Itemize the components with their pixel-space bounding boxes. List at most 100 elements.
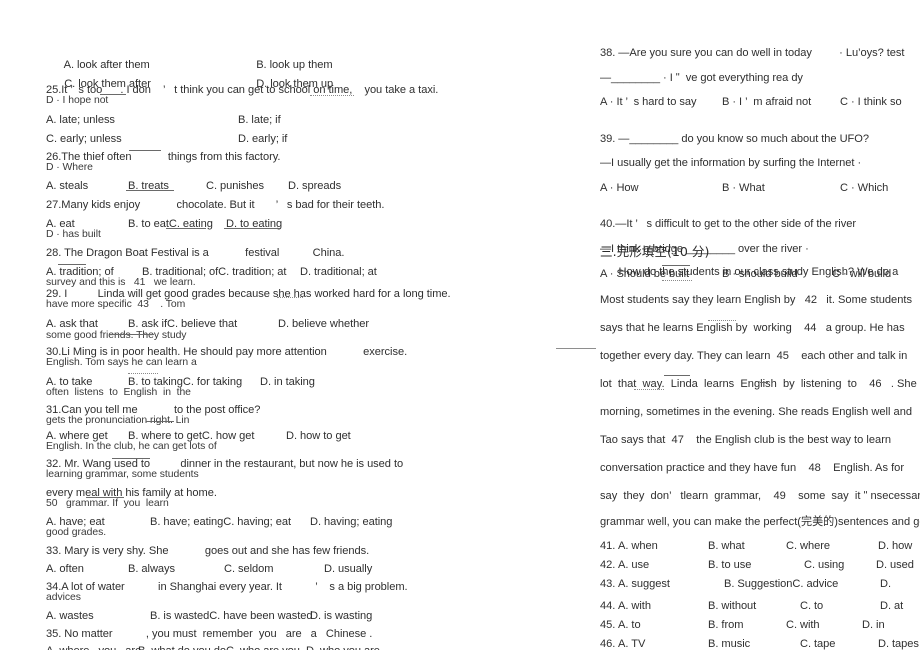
option-label: C. punishes xyxy=(206,180,265,192)
option-label: D. believe whether xyxy=(278,318,369,330)
cloze-option-42-d: D. used xyxy=(876,559,914,571)
cloze-line: Most students say they learn English by … xyxy=(600,294,913,306)
option-39-a: A · How xyxy=(600,182,639,194)
scan-artifact-line xyxy=(556,348,596,349)
strike-line xyxy=(110,334,154,335)
option-label: B. ask ifC. believe that xyxy=(128,318,238,330)
question-reply-38: —________ · I ʺ ve got everything rea dy xyxy=(600,72,803,84)
cloze-option-44-c: C. to xyxy=(800,600,824,612)
option-label: B. late; if xyxy=(238,114,281,126)
cloze-option-num-44: 44. xyxy=(600,600,616,612)
ghost-line: 50 grammar. If you learn xyxy=(46,498,169,509)
cloze-option-42-c: C. using xyxy=(804,559,845,571)
strike-line xyxy=(112,458,150,459)
strike-line xyxy=(86,497,124,498)
cloze-option-41-c: C. where xyxy=(786,540,830,552)
answer-blank xyxy=(310,95,354,96)
question-stem-39: 39. —________ do you know so much about … xyxy=(600,133,869,145)
question-stem-33: 33. Mary is very shy. She goes out and s… xyxy=(46,545,370,557)
marked-underline xyxy=(760,382,768,383)
marked-underline xyxy=(126,190,174,191)
marked-underline xyxy=(662,265,690,266)
option-label: D. having; eating xyxy=(310,516,393,528)
marked-underline xyxy=(662,280,692,281)
cloze-option-46-a: A. TV xyxy=(618,638,646,650)
ghost-line: advices xyxy=(46,592,81,603)
cloze-line: morning, sometimes in the evening. She r… xyxy=(600,406,913,418)
marked-underline xyxy=(277,297,303,298)
marked-underline xyxy=(128,373,158,374)
cloze-option-num-42: 42. xyxy=(600,559,616,571)
option-label: A. late; unless xyxy=(46,114,115,126)
marked-underline xyxy=(58,264,86,265)
ghost-line: have more specific 43 . Tom xyxy=(46,299,186,310)
option-label: A. wastes xyxy=(46,610,94,622)
question-stem-35: 35. No matter , you must remember you ar… xyxy=(46,628,373,640)
option-label: D. traditional; at xyxy=(300,266,377,278)
question-stem-40: 40.—It ’ s difficult to get to the other… xyxy=(600,218,856,230)
cloze-option-44-d: D. at xyxy=(880,600,904,612)
option-38-c: C · I think so xyxy=(840,96,902,108)
cloze-option-num-45: 45. xyxy=(600,619,616,631)
answer-blank xyxy=(129,150,161,151)
ghost-line: D · Where xyxy=(46,162,93,173)
cloze-line: Tao says that 47 the English club is the… xyxy=(600,434,892,446)
cloze-option-41-a: A. when xyxy=(618,540,658,552)
section-heading-cloze: 三.完形填空(10 分) xyxy=(600,244,710,259)
cloze-line: How do the students in our class study E… xyxy=(600,266,899,278)
ghost-line: good grades. xyxy=(46,527,107,538)
document-page: A. look after them B. look up them C. lo… xyxy=(0,0,920,650)
marked-underline xyxy=(166,228,206,229)
option-label: C. early; unless xyxy=(46,133,122,145)
option-label: A. ask that xyxy=(46,318,98,330)
cloze-option-46-b: B. music xyxy=(708,638,751,650)
ghost-line: D · has built xyxy=(46,229,101,240)
cloze-option-45-b: B. from xyxy=(708,619,744,631)
question-reply-39: —I usually get the information by surfin… xyxy=(600,157,862,169)
option-label: B. is wastedC. have been wasted xyxy=(150,610,313,622)
marked-underline xyxy=(146,421,174,422)
marked-underline xyxy=(708,320,736,321)
option-label: D. spreads xyxy=(288,180,342,192)
option-label: D. who you are xyxy=(306,645,380,650)
cloze-option-41-d: D. how xyxy=(878,540,913,552)
option-label: D. how to get xyxy=(286,430,351,442)
question-stem-38: 38. —Are you sure you can do well in tod… xyxy=(600,47,905,59)
cloze-line: says that he learns English by working 4… xyxy=(600,322,905,334)
cloze-line: conversation practice and they have fun … xyxy=(600,462,905,474)
option-label: D. usually xyxy=(324,563,373,575)
cloze-option-44-a: A. with xyxy=(618,600,651,612)
cloze-option-46-c: C. tape xyxy=(800,638,836,650)
ghost-line: often listens to English in the xyxy=(46,387,191,398)
marked-underline xyxy=(634,389,664,390)
cloze-option-42-a: A. use xyxy=(618,559,650,571)
cloze-option-45-c: C. with xyxy=(786,619,820,631)
option-label: D. early; if xyxy=(238,133,288,145)
option-label: A. often xyxy=(46,563,84,575)
ghost-line: some good friends. They study xyxy=(46,330,187,341)
cloze-option-45-d: D. in xyxy=(862,619,885,631)
cloze-option-42-b: B. to use xyxy=(708,559,752,571)
cloze-line: say they don’ tlearn grammar, 49 some sa… xyxy=(600,490,920,502)
ghost-line: D · I hope not xyxy=(46,95,109,106)
ghost-line: English. In the club, he can get lots of xyxy=(46,441,217,452)
question-stem-27: 27.Many kids enjoy chocolate. But it ’ s… xyxy=(46,199,385,211)
question-stem-34: 34.A lot of water in Shanghai every year… xyxy=(46,581,408,593)
marked-underline xyxy=(224,228,280,229)
option-label: B. always xyxy=(128,563,176,575)
cloze-option-num-46: 46. xyxy=(600,638,616,650)
cloze-option-43-d: D. xyxy=(880,578,891,590)
option-39-b: B · What xyxy=(722,182,765,194)
cloze-option-43-b: B. SuggestionC. advice xyxy=(724,578,839,590)
option-label: D. is wasting xyxy=(310,610,373,622)
cloze-option-43-a: A. suggest xyxy=(618,578,670,590)
option-38-a: A · It ’ s hard to say xyxy=(600,96,697,108)
cloze-option-41-b: B. what xyxy=(708,540,745,552)
ghost-line: learning grammar, some students xyxy=(46,469,199,480)
option-38-b: B · I ’ m afraid not xyxy=(722,96,812,108)
option-label: C. seldom xyxy=(224,563,274,575)
ghost-line: English. Tom says he can learn a xyxy=(46,357,197,368)
cloze-option-44-b: B. without xyxy=(708,600,757,612)
option-label: A. where you are xyxy=(46,645,141,650)
cloze-option-num-41: 41. xyxy=(600,540,616,552)
